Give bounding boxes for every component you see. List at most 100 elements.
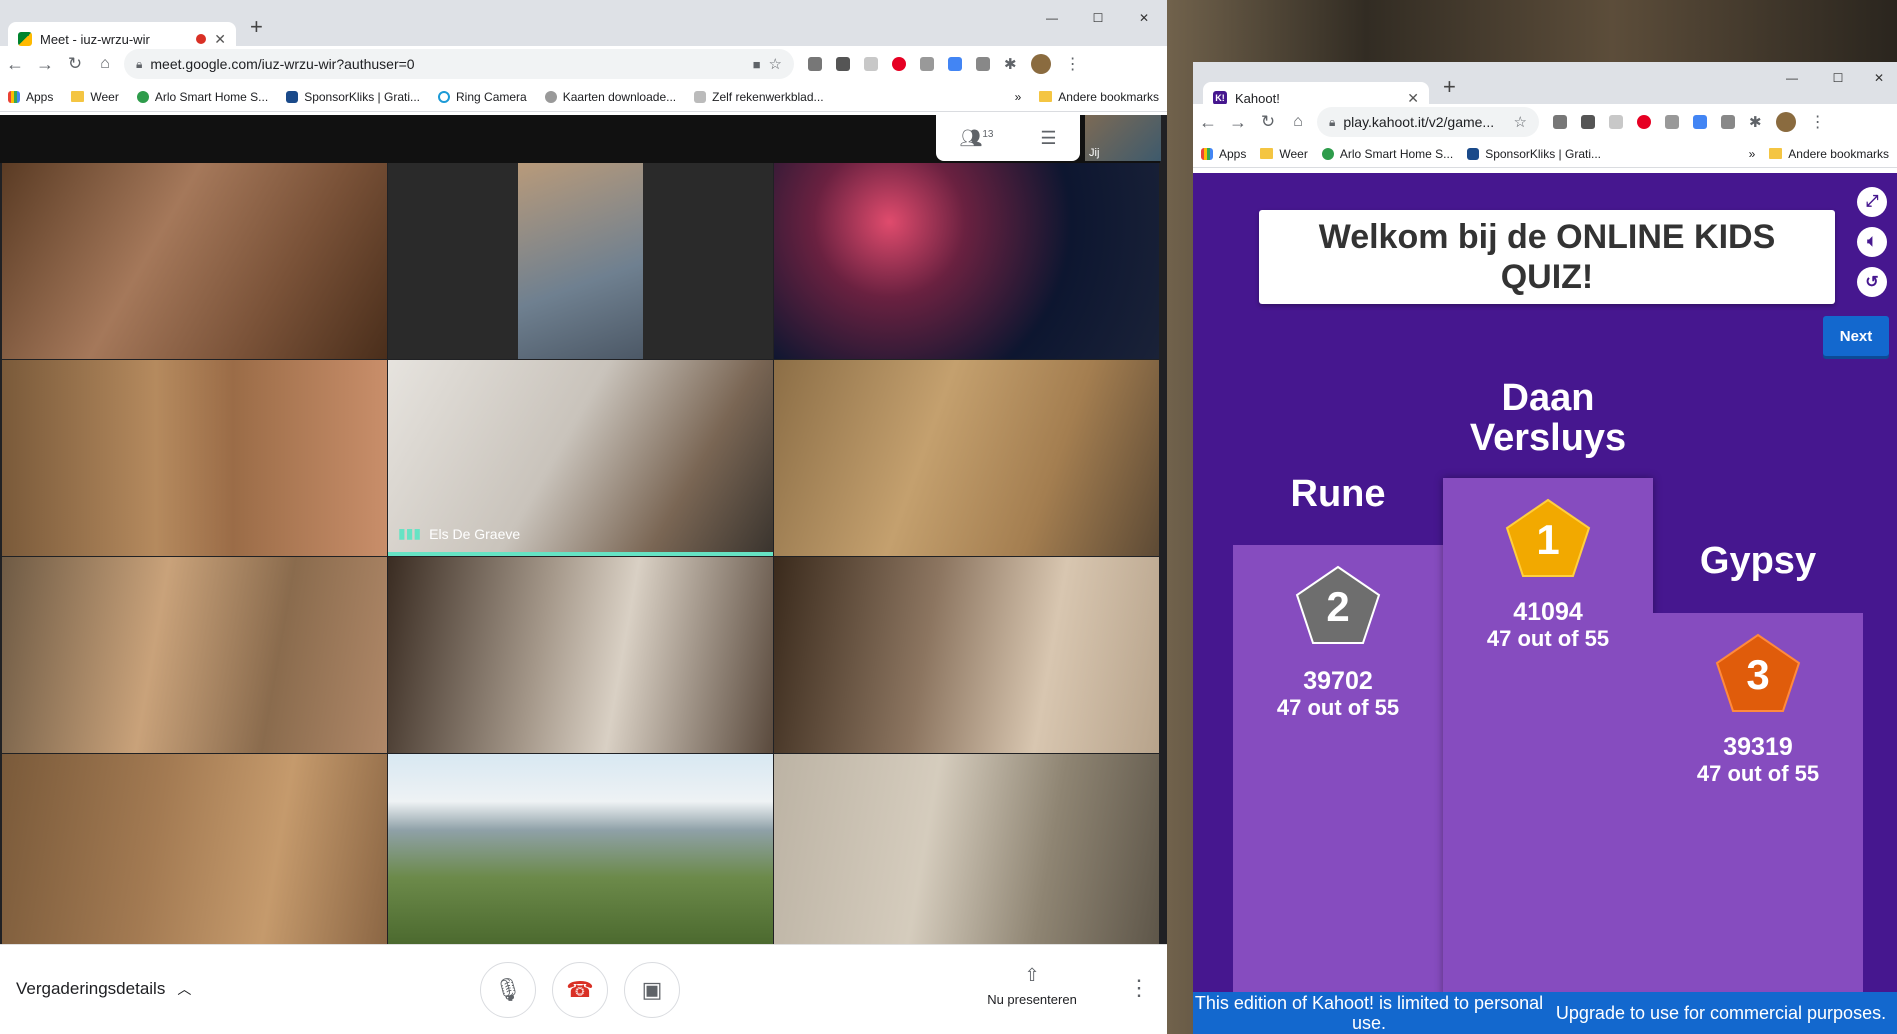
pinterest-icon[interactable] — [892, 57, 906, 71]
folder-icon — [71, 91, 85, 102]
upgrade-notice[interactable]: Upgrade to use for commercial purposes. — [1545, 1003, 1897, 1023]
extension-icon[interactable] — [836, 57, 850, 71]
arlo-icon — [1321, 147, 1334, 160]
self-view-tile[interactable]: Jij — [1085, 115, 1161, 161]
bookmark-label: Zelf rekenwerkblad... — [712, 89, 824, 104]
reload-icon[interactable]: ↻ — [1253, 112, 1283, 132]
bookmark-sponsorkliks[interactable]: SponsorKliks | Grati... — [286, 90, 420, 104]
new-tab-button[interactable]: + — [250, 14, 263, 40]
third-place-score: 39319 — [1723, 733, 1793, 761]
people-button[interactable]: 👥︎13 — [959, 128, 993, 149]
next-button[interactable]: Next — [1823, 316, 1889, 356]
bookmark-kaarten[interactable]: Kaarten downloade... — [544, 89, 677, 104]
address-bar[interactable]: 🔒︎ meet.google.com/iuz-wrzu-wir?authuser… — [124, 49, 794, 79]
folder-icon — [1260, 148, 1274, 159]
participant-video[interactable] — [774, 754, 1159, 944]
arlo-icon — [136, 90, 149, 103]
bookmark-arlo[interactable]: Arlo Smart Home S... — [136, 89, 269, 104]
extension-icon[interactable] — [1609, 115, 1623, 129]
star-icon[interactable]: ☆ — [1514, 113, 1527, 131]
bookmarks-overflow-button[interactable]: » — [1015, 90, 1022, 104]
present-now-button[interactable]: ⇧ Nu presenteren — [982, 965, 1082, 1007]
bookmark-label: Arlo Smart Home S... — [154, 89, 269, 104]
forward-icon[interactable]: → — [30, 54, 60, 75]
bookmark-label: Kaarten downloade... — [562, 89, 677, 104]
translate-icon[interactable] — [948, 57, 962, 71]
back-icon[interactable]: ← — [1193, 112, 1223, 133]
forward-icon[interactable]: → — [1223, 112, 1253, 133]
sound-button[interactable]: 🔈︎ — [1857, 227, 1887, 257]
bookmark-apps[interactable]: Apps — [1201, 147, 1246, 161]
participant-video[interactable] — [774, 163, 1159, 359]
bookmark-other[interactable]: Andere bookmarks — [1039, 90, 1159, 104]
close-window-button[interactable]: ✕ — [1861, 62, 1897, 94]
extension-icon[interactable] — [920, 57, 934, 71]
new-tab-button[interactable]: + — [1443, 74, 1456, 100]
bookmark-sponsorkliks[interactable]: SponsorKliks | Grati... — [1467, 147, 1601, 161]
leave-call-button[interactable]: ☎︎ — [552, 962, 608, 1018]
camera-button[interactable]: ▣ — [624, 962, 680, 1018]
extension-icon[interactable] — [808, 57, 822, 71]
close-window-button[interactable]: ✕ — [1121, 0, 1167, 36]
avatar[interactable] — [1775, 112, 1796, 132]
extension-icon[interactable] — [1553, 115, 1567, 129]
bookmark-apps[interactable]: Apps — [8, 90, 53, 104]
participant-video[interactable] — [2, 163, 387, 359]
camera-icon[interactable]: ■ — [753, 57, 761, 72]
bookmark-ring[interactable]: Ring Camera — [438, 90, 527, 104]
third-place-rank: 3 — [1746, 651, 1769, 698]
lock-icon: 🔒︎ — [136, 56, 143, 71]
bookmark-weer[interactable]: Weer — [1260, 147, 1308, 161]
worksheet-icon — [694, 90, 707, 103]
third-place-podium: 3 39319 47 out of 55 — [1653, 613, 1863, 998]
participant-video[interactable] — [774, 360, 1159, 556]
participant-video[interactable] — [774, 557, 1159, 753]
extension-icon[interactable] — [1721, 115, 1735, 129]
home-icon[interactable]: ⌂ — [1283, 113, 1313, 131]
puzzle-icon[interactable]: ✱ — [1749, 113, 1762, 131]
pinterest-icon[interactable] — [1637, 115, 1651, 129]
fullscreen-button[interactable]: ⤢ — [1857, 187, 1887, 217]
microphone-button[interactable]: 🎙︎ — [480, 962, 536, 1018]
active-speaker-video[interactable]: ▮▮▮ Els De Graeve — [388, 360, 773, 556]
meet-browser-window: Meet - iuz-wrzu-wir ✕ + — ☐ ✕ ← → ↻ ⌂ 🔒︎… — [0, 0, 1167, 1034]
meeting-details-button[interactable]: Vergaderingsdetails ︿ — [16, 979, 191, 999]
avatar[interactable] — [1030, 54, 1051, 74]
home-icon[interactable]: ⌂ — [90, 55, 120, 73]
bookmark-weer[interactable]: Weer — [71, 90, 119, 104]
second-place-podium: 2 39702 47 out of 55 — [1233, 545, 1443, 995]
bookmark-rekenwerkblad[interactable]: Zelf rekenwerkblad... — [694, 89, 824, 104]
bookmarks-overflow-button[interactable]: » — [1749, 147, 1756, 161]
participant-video[interactable] — [388, 754, 773, 944]
maximize-button[interactable]: ☐ — [1075, 0, 1121, 36]
quiz-title: Welkom bij de ONLINE KIDS QUIZ! — [1259, 210, 1835, 304]
reload-icon[interactable]: ↻ — [60, 54, 90, 74]
bookmark-other[interactable]: Andere bookmarks — [1769, 147, 1889, 161]
participant-video[interactable] — [2, 557, 387, 753]
chat-button[interactable]: ☰ — [1040, 128, 1056, 149]
translate-icon[interactable] — [1693, 115, 1707, 129]
more-options-icon[interactable]: ⋮ — [1128, 975, 1150, 1001]
extension-icon[interactable] — [1665, 115, 1679, 129]
back-icon[interactable]: ← — [0, 54, 30, 75]
restart-button[interactable]: ↺ — [1857, 267, 1887, 297]
participant-video[interactable] — [2, 360, 387, 556]
apps-icon — [8, 90, 20, 103]
minimize-button[interactable]: — — [1769, 62, 1815, 94]
star-icon[interactable]: ☆ — [769, 55, 782, 73]
maximize-button[interactable]: ☐ — [1815, 62, 1861, 94]
menu-icon[interactable]: ⋮ — [1810, 112, 1826, 132]
bookmark-label: Apps — [1219, 146, 1247, 161]
extension-icon[interactable] — [1581, 115, 1595, 129]
minimize-button[interactable]: — — [1029, 0, 1075, 36]
participant-video[interactable] — [2, 754, 387, 944]
bookmark-arlo[interactable]: Arlo Smart Home S... — [1321, 147, 1453, 161]
puzzle-icon[interactable]: ✱ — [1004, 55, 1017, 73]
address-bar[interactable]: 🔒︎ play.kahoot.it/v2/game... ☆ — [1317, 107, 1539, 137]
extension-icon[interactable] — [864, 57, 878, 71]
participant-video[interactable] — [388, 557, 773, 753]
extension-icon[interactable] — [976, 57, 990, 71]
close-tab-icon[interactable]: ✕ — [214, 31, 226, 48]
menu-icon[interactable]: ⋮ — [1065, 54, 1081, 74]
participant-video[interactable] — [388, 163, 773, 359]
